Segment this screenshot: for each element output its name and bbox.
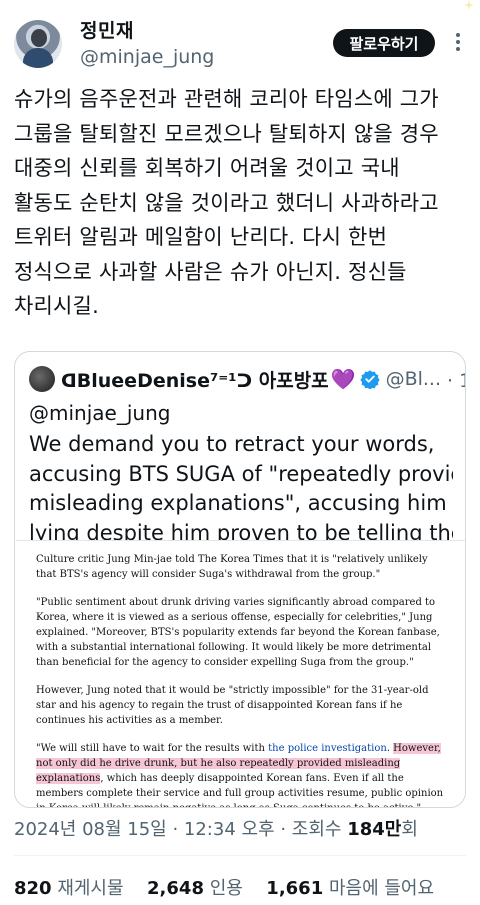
quoted-tweet[interactable]: ᗡBlueeDenise⁷⁼¹ᑐ 아포방포 💜 @Bl... · 1일 @min…	[14, 351, 466, 808]
retweets-count[interactable]: 820	[14, 878, 52, 899]
quoted-text-line: misleading explanations", accusing him o…	[29, 491, 453, 515]
article-paragraph: Culture critic Jung Min-jae told The Kor…	[36, 554, 428, 580]
article-paragraph: "Public sentiment about drunk driving va…	[36, 597, 440, 668]
quoted-timestamp: · 1일	[447, 369, 465, 392]
tweet-text: 슈가의 음주운전과 관련해 코리아 타임스에 그가 그룹을 탈퇴할진 모르겠으나…	[14, 87, 439, 318]
author-handle[interactable]: @minjae_jung	[80, 46, 214, 68]
avatar[interactable]	[14, 20, 62, 68]
divider	[14, 855, 466, 856]
view-count: 184만	[347, 819, 402, 840]
retweets-label[interactable]: 재게시물	[57, 878, 123, 899]
likes-label[interactable]: 마음에 들어요	[329, 878, 434, 899]
tweet-datetime[interactable]: 2024년 08월 15일 · 12:34 오후 · 조회수	[14, 819, 347, 840]
sparkle-icon	[464, 0, 474, 10]
quoted-reply-to[interactable]: @minjae_jung	[29, 401, 170, 425]
article-link: the police investigation	[268, 743, 387, 754]
likes-count[interactable]: 1,661	[266, 878, 323, 899]
quotes-label[interactable]: 인용	[210, 878, 243, 899]
article-paragraph: "We will still have to wait for the resu…	[36, 741, 446, 807]
quoted-author-name[interactable]: ᗡBlueeDenise⁷⁼¹ᑐ 아포방포	[61, 366, 329, 393]
author-name[interactable]: 정민재	[80, 16, 134, 43]
tweet-header: 정민재 @minjae_jung 팔로우하기	[0, 0, 480, 78]
tweet-metadata: 2024년 08월 15일 · 12:34 오후 · 조회수 184만회	[14, 815, 418, 841]
article-text: "We will still have to wait for the resu…	[36, 743, 269, 754]
engagement-stats: 820 재게시물 2,648 인용 1,661 마음에 들어요	[14, 874, 434, 900]
quoted-author-handle[interactable]: @Bl...	[386, 368, 441, 390]
verified-badge-icon	[359, 370, 380, 389]
quotes-count[interactable]: 2,648	[147, 878, 204, 899]
view-count-suffix: 회	[401, 819, 418, 840]
article-screenshot[interactable]: Culture critic Jung Min-jae told The Kor…	[16, 540, 465, 807]
article-paragraph: However, Jung noted that it would be "st…	[36, 685, 429, 726]
quoted-text-line: accusing BTS SUGA of "repeatedly providi…	[29, 461, 453, 486]
follow-button[interactable]: 팔로우하기	[333, 29, 435, 57]
purple-heart-emoji: 💜	[330, 367, 356, 391]
more-options-icon[interactable]	[450, 30, 466, 54]
quoted-text-line: We demand you to retract your words,	[29, 432, 435, 456]
article-divider	[16, 540, 465, 541]
quoted-tweet-text: We demand you to retract your words, acc…	[29, 430, 453, 548]
quoted-tweet-header: ᗡBlueeDenise⁷⁼¹ᑐ 아포방포 💜 @Bl... · 1일	[29, 364, 465, 394]
quoted-avatar[interactable]	[29, 366, 55, 392]
